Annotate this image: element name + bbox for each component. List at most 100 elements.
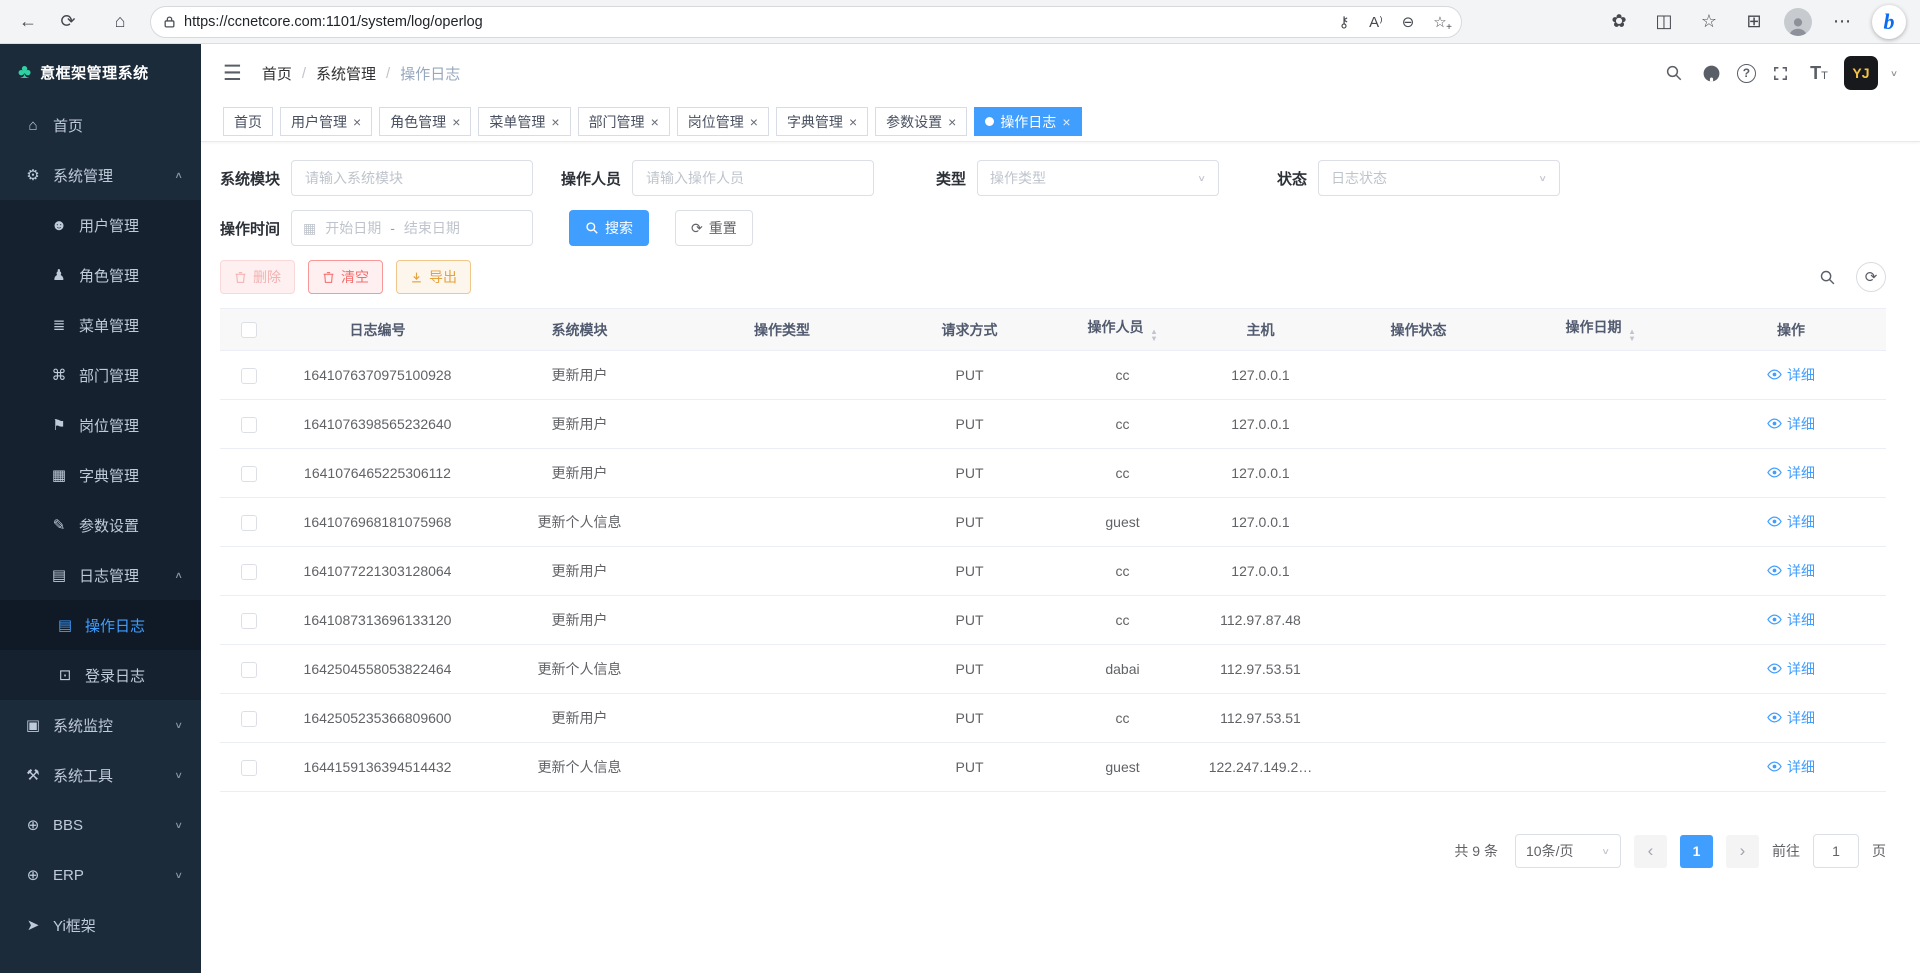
row-checkbox[interactable]	[241, 662, 257, 678]
detail-link[interactable]: 详细	[1767, 708, 1815, 728]
date-range-picker[interactable]: ▦ 开始日期 - 结束日期	[291, 210, 533, 246]
sidebar-item-bbs[interactable]: ⊕BBS∨	[0, 800, 201, 850]
tab-岗位管理[interactable]: 岗位管理×	[677, 107, 769, 136]
close-icon[interactable]: ×	[353, 115, 361, 129]
row-checkbox[interactable]	[241, 711, 257, 727]
close-icon[interactable]: ×	[1062, 115, 1070, 129]
detail-link[interactable]: 详细	[1767, 757, 1815, 777]
zoom-out-icon[interactable]: ⊖	[1393, 9, 1423, 35]
close-icon[interactable]: ×	[849, 115, 857, 129]
detail-link[interactable]: 详细	[1767, 463, 1815, 483]
detail-link[interactable]: 详细	[1767, 659, 1815, 679]
table-refresh-icon[interactable]: ⟳	[1856, 262, 1886, 292]
close-icon[interactable]: ×	[948, 115, 956, 129]
address-bar[interactable]: https://ccnetcore.com:1101/system/log/op…	[150, 6, 1462, 38]
close-icon[interactable]: ×	[750, 115, 758, 129]
goto-page-input[interactable]	[1813, 834, 1859, 868]
sidebar-item-param-settings[interactable]: ✎参数设置	[0, 500, 201, 550]
sidebar-item-sys-monitor[interactable]: ▣系统监控∨	[0, 700, 201, 750]
column-header[interactable]: 操作日期▲▼	[1505, 309, 1696, 351]
status-select[interactable]: 日志状态 ∨	[1318, 160, 1560, 196]
column-header[interactable]: 操作人员▲▼	[1056, 309, 1189, 351]
sidebar-collapse-icon[interactable]: ☰	[223, 61, 242, 86]
tab-首页[interactable]: 首页	[223, 107, 273, 136]
breadcrumb-system-mgmt[interactable]: 系统管理	[316, 63, 376, 84]
page-size-select[interactable]: 10条/页 ∨	[1515, 834, 1621, 868]
sidebar-item-sys-tools[interactable]: ⚒系统工具∨	[0, 750, 201, 800]
sidebar-item-oper-log[interactable]: ▤操作日志	[0, 600, 201, 650]
tab-参数设置[interactable]: 参数设置×	[875, 107, 967, 136]
url-text[interactable]: https://ccnetcore.com:1101/system/log/op…	[184, 14, 1321, 30]
split-screen-icon[interactable]: ◫	[1649, 4, 1679, 40]
start-date-placeholder[interactable]: 开始日期	[325, 218, 381, 238]
tab-部门管理[interactable]: 部门管理×	[578, 107, 670, 136]
delete-button[interactable]: 删除	[220, 260, 295, 294]
sort-icon[interactable]: ▲▼	[1628, 328, 1636, 342]
fullscreen-icon[interactable]	[1768, 60, 1794, 86]
header-search-icon[interactable]	[1661, 60, 1687, 86]
sidebar-item-user-mgmt[interactable]: ☻用户管理	[0, 200, 201, 250]
sidebar-item-yi-framework[interactable]: ➤Yi框架	[0, 900, 201, 950]
page-number-1[interactable]: 1	[1680, 835, 1713, 868]
help-icon[interactable]: ?	[1737, 64, 1756, 83]
user-avatar[interactable]: YJ	[1844, 56, 1878, 90]
browser-refresh-icon[interactable]: ⟳	[48, 4, 88, 40]
select-all-checkbox[interactable]	[241, 322, 257, 338]
search-button[interactable]: 搜索	[569, 210, 649, 246]
operator-input[interactable]	[632, 160, 874, 196]
row-checkbox[interactable]	[241, 760, 257, 776]
browser-home-icon[interactable]: ⌂	[100, 4, 140, 40]
user-menu-caret-icon[interactable]: ∨	[1890, 68, 1898, 78]
tab-字典管理[interactable]: 字典管理×	[776, 107, 868, 136]
module-input[interactable]	[291, 160, 533, 196]
clear-button[interactable]: 清空	[308, 260, 383, 294]
browser-back-icon[interactable]: ←	[8, 4, 48, 40]
password-key-icon[interactable]: ⚷	[1329, 9, 1359, 35]
breadcrumb-home[interactable]: 首页	[262, 63, 292, 84]
detail-link[interactable]: 详细	[1767, 512, 1815, 532]
favorites-icon[interactable]: ☆	[1694, 4, 1724, 40]
row-checkbox[interactable]	[241, 466, 257, 482]
sidebar-item-login-log[interactable]: ⊡登录日志	[0, 650, 201, 700]
sidebar-item-erp[interactable]: ⊕ERP∨	[0, 850, 201, 900]
browser-profile-avatar[interactable]	[1784, 8, 1812, 36]
export-button[interactable]: 导出	[396, 260, 471, 294]
tab-角色管理[interactable]: 角色管理×	[379, 107, 471, 136]
sidebar-item-post-mgmt[interactable]: ⚑岗位管理	[0, 400, 201, 450]
tab-操作日志[interactable]: 操作日志×	[974, 107, 1081, 136]
table-search-toggle-icon[interactable]	[1814, 264, 1840, 290]
row-checkbox[interactable]	[241, 613, 257, 629]
sidebar-item-system-mgmt[interactable]: ⚙系统管理∧	[0, 150, 201, 200]
end-date-placeholder[interactable]: 结束日期	[404, 218, 460, 238]
close-icon[interactable]: ×	[651, 115, 659, 129]
prev-page-button[interactable]: ‹	[1634, 835, 1667, 868]
collections-icon[interactable]: ⊞	[1739, 4, 1769, 40]
tab-用户管理[interactable]: 用户管理×	[280, 107, 372, 136]
reset-button[interactable]: ⟳ 重置	[675, 210, 753, 246]
sidebar-item-log-mgmt[interactable]: ▤日志管理∧	[0, 550, 201, 600]
sidebar-item-home[interactable]: ⌂首页	[0, 100, 201, 150]
close-icon[interactable]: ×	[551, 115, 559, 129]
add-favorite-icon[interactable]: ☆+	[1425, 9, 1455, 35]
row-checkbox[interactable]	[241, 564, 257, 580]
text-size-icon[interactable]: TT	[1806, 60, 1832, 86]
sidebar-item-dept-mgmt[interactable]: ⌘部门管理	[0, 350, 201, 400]
sort-icon[interactable]: ▲▼	[1150, 328, 1158, 342]
close-icon[interactable]: ×	[452, 115, 460, 129]
type-select[interactable]: 操作类型 ∨	[977, 160, 1219, 196]
extensions-icon[interactable]: ✿	[1604, 4, 1634, 40]
app-logo[interactable]: ♣ 意框架管理系统	[0, 44, 201, 100]
read-aloud-icon[interactable]: A⁾	[1361, 9, 1391, 35]
detail-link[interactable]: 详细	[1767, 414, 1815, 434]
next-page-button[interactable]: ›	[1726, 835, 1759, 868]
detail-link[interactable]: 详细	[1767, 561, 1815, 581]
sidebar-item-dict-mgmt[interactable]: ▦字典管理	[0, 450, 201, 500]
row-checkbox[interactable]	[241, 515, 257, 531]
tab-菜单管理[interactable]: 菜单管理×	[478, 107, 570, 136]
bing-chat-icon[interactable]: b	[1872, 5, 1906, 39]
sidebar-item-menu-mgmt[interactable]: ≣菜单管理	[0, 300, 201, 350]
row-checkbox[interactable]	[241, 417, 257, 433]
sidebar-item-role-mgmt[interactable]: ♟角色管理	[0, 250, 201, 300]
browser-menu-icon[interactable]: ⋯	[1827, 4, 1857, 40]
github-icon[interactable]	[1699, 60, 1725, 86]
